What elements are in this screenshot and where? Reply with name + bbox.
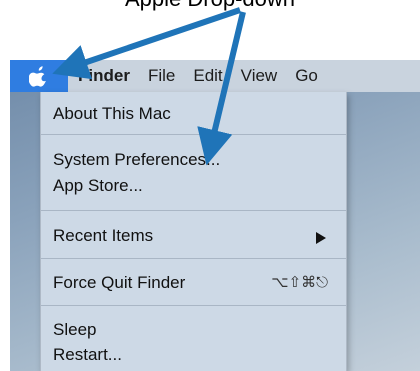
menu-item-label: Sleep [53,320,97,339]
menu-item-app-store[interactable]: App Store... [53,176,336,196]
menubar-go[interactable]: Go [295,66,318,86]
menu-item-label: Restart... [53,345,122,364]
menu-separator [41,210,346,211]
triangle-right-icon [316,229,326,249]
menubar-file[interactable]: File [148,66,175,86]
apple-dropdown-menu: About This Mac System Preferences... App… [40,92,347,371]
menu-item-recent-items[interactable]: Recent Items [53,226,336,246]
apple-icon [29,66,46,87]
menubar-finder[interactable]: Finder [78,66,130,86]
caption-title: Apple Drop-down [0,0,420,12]
menu-item-label: Recent Items [53,226,154,245]
menu-item-label: About This Mac [53,104,171,123]
menu-separator [41,258,346,259]
menu-item-restart[interactable]: Restart... [53,345,336,365]
menu-item-force-quit[interactable]: Force Quit Finder ⌥⇧⌘⎋ [53,273,336,293]
menu-item-label: Force Quit Finder [53,273,186,292]
menu-item-about-this-mac[interactable]: About This Mac [53,104,336,124]
keyboard-shortcut: ⌥⇧⌘⎋ [271,273,328,291]
apple-menu-button[interactable] [10,60,68,92]
menu-separator [41,305,346,306]
menubar-edit[interactable]: Edit [193,66,222,86]
menu-item-sleep[interactable]: Sleep [53,320,336,340]
menu-item-label: App Store... [53,176,143,195]
menu-bar: Finder File Edit View Go [10,60,420,92]
menu-item-label: System Preferences... [53,150,221,169]
menu-item-system-preferences[interactable]: System Preferences... [53,150,336,170]
caption-area: Apple Drop-down [0,0,420,60]
menubar-view[interactable]: View [241,66,278,86]
menu-separator [41,134,346,135]
